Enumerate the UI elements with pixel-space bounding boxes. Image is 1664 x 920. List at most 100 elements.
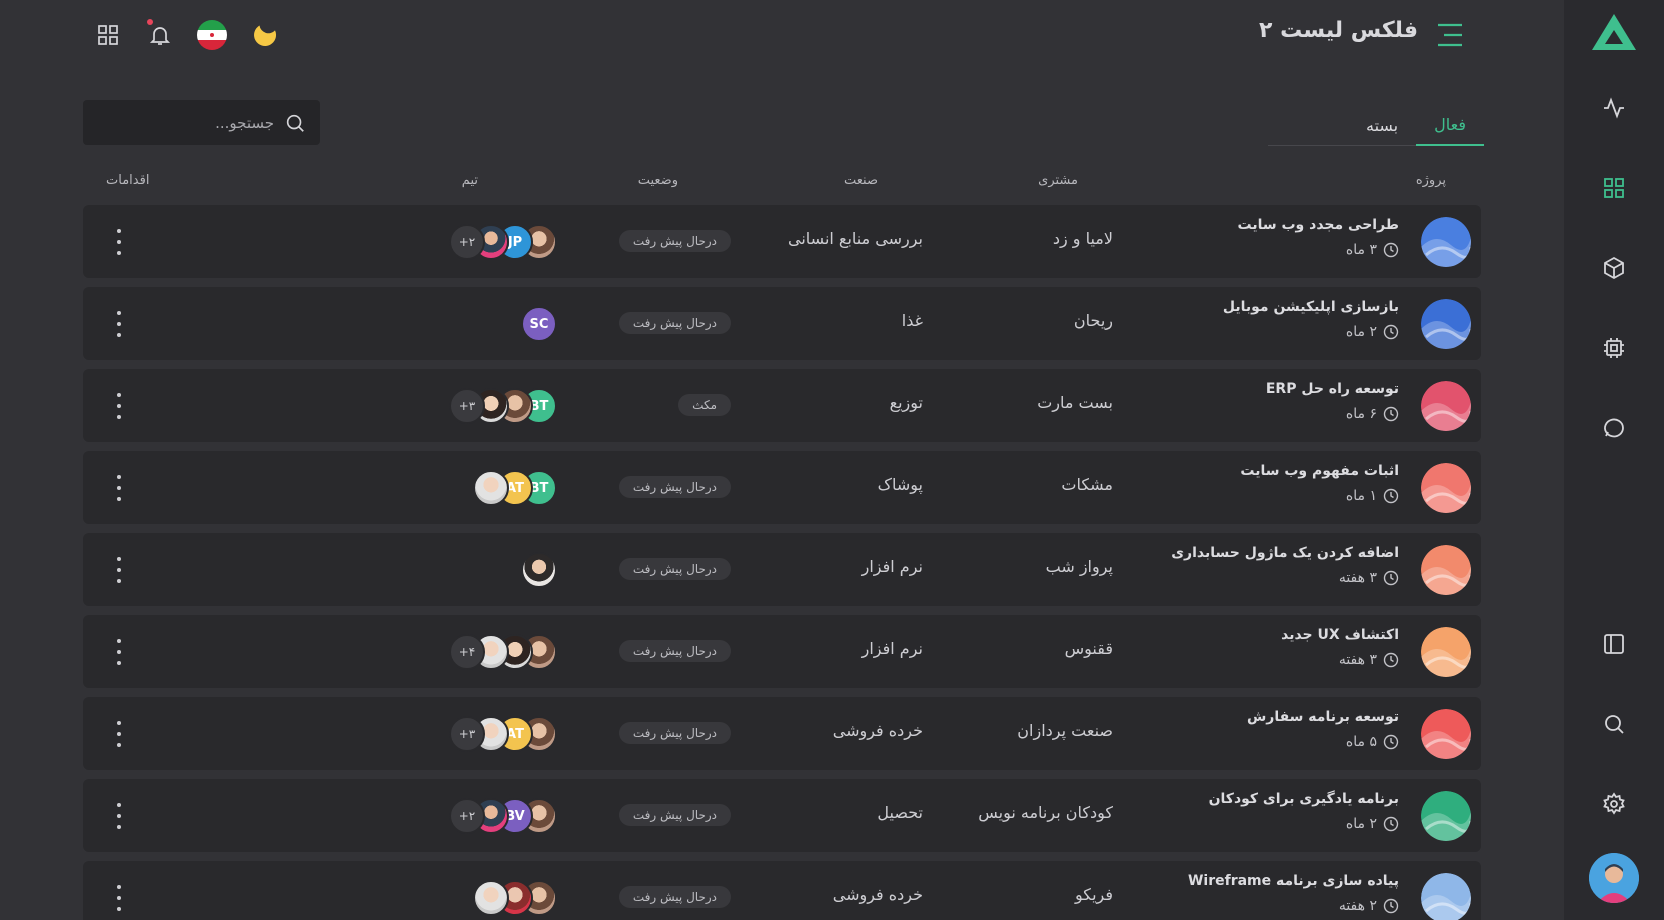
tab-active[interactable]: فعال: [1416, 104, 1484, 146]
search-box: [83, 100, 320, 145]
more-members-badge[interactable]: +۳: [449, 716, 485, 752]
status-badge: مکث: [678, 394, 731, 416]
moon-icon[interactable]: [248, 18, 282, 52]
team-member-avatar[interactable]: [521, 552, 557, 588]
client-name: کودکان برنامه نویس: [978, 803, 1113, 822]
project-name[interactable]: بازسازی اپلیکیشن موبایل: [1223, 299, 1399, 315]
layout-icon[interactable]: [1598, 628, 1630, 660]
column-header-industry: صنعت: [844, 173, 878, 188]
more-members-count: +۲: [458, 235, 476, 249]
table-row[interactable]: اثبات مفهوم وب سایت ۱ ماه مشکات پوشاک در…: [83, 451, 1481, 524]
team-avatars: SC: [521, 306, 557, 342]
box-icon[interactable]: [1598, 252, 1630, 284]
status-badge: درحال پیش رفت: [618, 476, 731, 498]
column-header-project: پروژه: [1415, 173, 1446, 188]
team-avatars: JP +۲: [449, 224, 557, 260]
duration-text: ۲ هفته: [1338, 898, 1377, 914]
row-actions-kebab-icon[interactable]: [109, 393, 129, 419]
clock-icon: [1383, 242, 1399, 258]
project-duration: ۳ ماه: [1346, 242, 1399, 258]
tab-closed[interactable]: بسته: [1348, 104, 1416, 146]
duration-text: ۶ ماه: [1345, 406, 1377, 422]
avatar-initials: SC: [529, 316, 549, 332]
table-row[interactable]: برنامه یادگیری برای کودکان ۲ ماه کودکان …: [83, 779, 1481, 852]
search-icon[interactable]: [284, 112, 306, 134]
clock-icon: [1383, 488, 1399, 504]
industry-name: پوشاک: [877, 475, 923, 494]
more-members-count: +۴: [458, 645, 476, 659]
team-avatars: [473, 880, 557, 916]
row-actions-kebab-icon[interactable]: [109, 885, 129, 911]
project-name[interactable]: اثبات مفهوم وب سایت: [1240, 463, 1399, 479]
activity-icon[interactable]: [1598, 92, 1630, 124]
status-badge: درحال پیش رفت: [618, 804, 731, 826]
bell-icon[interactable]: [143, 18, 177, 52]
client-name: پرواز شب: [1045, 557, 1113, 576]
industry-name: بررسی منابع انسانی: [788, 229, 923, 248]
row-actions-kebab-icon[interactable]: [109, 803, 129, 829]
logo-icon[interactable]: [1590, 12, 1638, 52]
team-avatars: AT +۳: [449, 716, 557, 752]
duration-text: ۳ ماه: [1345, 242, 1377, 258]
clock-icon: [1383, 570, 1399, 586]
project-name[interactable]: توسعه برنامه سفارش: [1247, 709, 1399, 725]
table-row[interactable]: طراحی مجدد وب سایت ۳ ماه لامیا و زد بررس…: [83, 205, 1481, 278]
settings-icon[interactable]: [1598, 788, 1630, 820]
column-header-team: تیم: [461, 173, 478, 188]
column-header-status: وضعیت: [637, 173, 678, 188]
more-members-badge[interactable]: +۳: [449, 388, 485, 424]
industry-name: نرم افزار: [861, 639, 923, 658]
project-duration: ۲ هفته: [1339, 898, 1399, 914]
project-name[interactable]: پیاده سازی برنامه Wireframe: [1188, 873, 1399, 889]
more-members-badge[interactable]: +۴: [449, 634, 485, 670]
table-row[interactable]: پیاده سازی برنامه Wireframe ۲ هفته فریکو…: [83, 861, 1481, 920]
row-actions-kebab-icon[interactable]: [109, 475, 129, 501]
project-duration: ۶ ماه: [1346, 406, 1399, 422]
team-member-avatar[interactable]: SC: [521, 306, 557, 342]
project-name[interactable]: طراحی مجدد وب سایت: [1238, 217, 1399, 233]
table-row[interactable]: اضافه کردن یک ماژول حسابداری ۳ هفته پروا…: [83, 533, 1481, 606]
clock-icon: [1383, 406, 1399, 422]
client-name: فریکو: [1074, 885, 1113, 904]
table-row[interactable]: توسعه برنامه سفارش ۵ ماه صنعت پردازان خر…: [83, 697, 1481, 770]
chat-icon[interactable]: [1598, 412, 1630, 444]
client-name: مشکات: [1061, 475, 1113, 494]
team-member-avatar[interactable]: [473, 880, 509, 916]
clock-icon: [1383, 652, 1399, 668]
column-header-actions: اقدامات: [106, 173, 150, 188]
client-name: ققنوس: [1064, 639, 1113, 658]
industry-name: خرده فروشی: [832, 721, 923, 740]
search-input[interactable]: [104, 113, 274, 132]
more-members-badge[interactable]: +۲: [449, 224, 485, 260]
table-row[interactable]: بازسازی اپلیکیشن موبایل ۲ ماه ریحان غذا …: [83, 287, 1481, 360]
grid-icon[interactable]: [1598, 172, 1630, 204]
iran-flag-icon[interactable]: [195, 18, 229, 52]
team-avatars: BT AT: [473, 470, 557, 506]
project-duration: ۱ ماه: [1346, 488, 1399, 504]
project-duration: ۲ ماه: [1346, 324, 1399, 340]
row-actions-kebab-icon[interactable]: [109, 229, 129, 255]
project-name[interactable]: توسعه راه حل ERP: [1266, 381, 1399, 397]
row-actions-kebab-icon[interactable]: [109, 557, 129, 583]
row-actions-kebab-icon[interactable]: [109, 721, 129, 747]
team-avatars: +۴: [449, 634, 557, 670]
search-icon[interactable]: [1598, 708, 1630, 740]
project-name[interactable]: اضافه کردن یک ماژول حسابداری: [1171, 545, 1399, 561]
team-member-avatar[interactable]: [473, 470, 509, 506]
project-name[interactable]: برنامه یادگیری برای کودکان: [1209, 791, 1399, 807]
table-row[interactable]: اکتشاف UX جدید ۳ هفته ققنوس نرم افزار در…: [83, 615, 1481, 688]
client-name: ریحان: [1073, 311, 1113, 330]
table-row[interactable]: توسعه راه حل ERP ۶ ماه بست مارت توزیع مک…: [83, 369, 1481, 442]
more-members-badge[interactable]: +۲: [449, 798, 485, 834]
menu-icon[interactable]: [1436, 22, 1464, 48]
apps-grid-icon[interactable]: [91, 18, 125, 52]
project-name[interactable]: اکتشاف UX جدید: [1281, 627, 1399, 643]
row-actions-kebab-icon[interactable]: [109, 639, 129, 665]
user-avatar[interactable]: [1589, 853, 1639, 903]
clock-icon: [1383, 816, 1399, 832]
status-tabs: فعال بسته: [1268, 104, 1484, 146]
project-duration: ۵ ماه: [1346, 734, 1399, 750]
row-actions-kebab-icon[interactable]: [109, 311, 129, 337]
status-badge: درحال پیش رفت: [618, 558, 731, 580]
cpu-icon[interactable]: [1598, 332, 1630, 364]
